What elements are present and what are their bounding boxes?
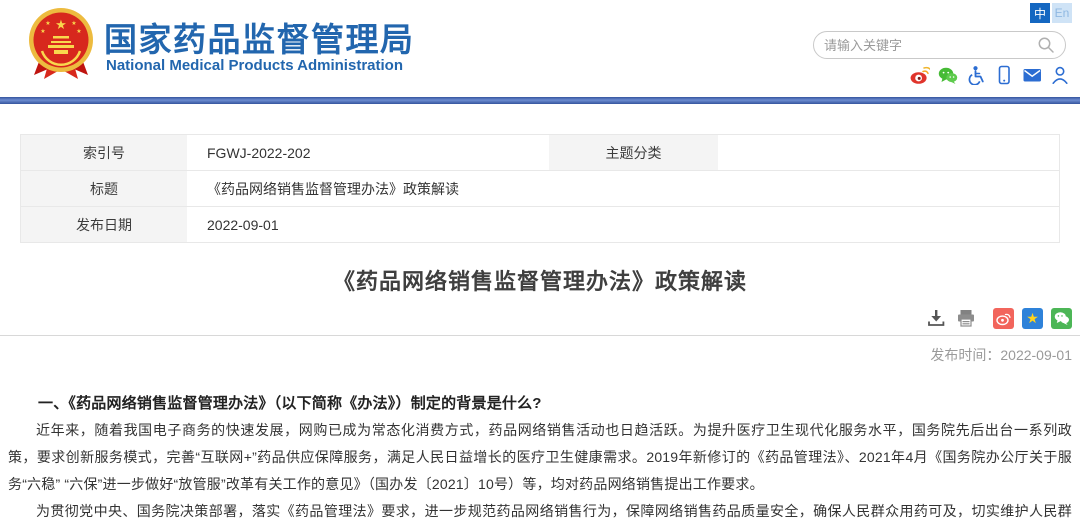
search-box — [813, 31, 1066, 59]
weibo-icon[interactable] — [910, 65, 930, 85]
site-header: ★ ★ ★ ★ ★ 国家药品监督管理局 National Medical Pro… — [0, 0, 1080, 97]
section-heading: 一、《药品网络销售监督管理办法》（以下简称《办法》）制定的背景是什么? — [8, 390, 1072, 417]
document-meta-table: 索引号 FGWJ-2022-202 主题分类 标题 《药品网络销售监督管理办法》… — [20, 134, 1060, 243]
print-icon[interactable] — [955, 307, 977, 329]
lang-english-button[interactable]: En — [1052, 3, 1072, 23]
paragraph: 为贯彻党中央、国务院决策部署，落实《药品管理法》要求，进一步规范药品网络销售行为… — [8, 498, 1072, 530]
meta-category-label: 主题分类 — [549, 135, 718, 171]
download-icon[interactable] — [925, 307, 947, 329]
publish-time: 发布时间：2022-09-01 — [0, 345, 1080, 365]
lang-chinese-button[interactable]: 中 — [1030, 3, 1050, 23]
svg-text:★: ★ — [76, 28, 81, 35]
publish-time-label: 发布时间： — [930, 347, 1000, 363]
share-wechat-icon[interactable] — [1051, 308, 1072, 329]
meta-index-label: 索引号 — [21, 135, 187, 171]
article-body: 一、《药品网络销售监督管理办法》（以下简称《办法》）制定的背景是什么? 近年来，… — [8, 390, 1072, 530]
svg-text:★: ★ — [71, 20, 76, 27]
meta-date-value: 2022-09-01 — [187, 207, 1059, 243]
accessibility-icon[interactable] — [966, 65, 986, 85]
meta-title-label: 标题 — [21, 171, 187, 207]
paragraph: 近年来，随着我国电子商务的快速发展，网购已成为常态化消费方式，药品网络销售活动也… — [8, 417, 1072, 498]
user-icon[interactable] — [1050, 65, 1070, 85]
svg-text:★: ★ — [40, 28, 45, 35]
svg-text:★: ★ — [55, 17, 67, 32]
svg-text:★: ★ — [45, 20, 50, 27]
search-icon[interactable] — [1037, 36, 1055, 54]
meta-index-value: FGWJ-2022-202 — [187, 135, 549, 171]
header-divider-bar — [0, 97, 1080, 104]
meta-title-value: 《药品网络销售监督管理办法》政策解读 — [187, 171, 1059, 207]
social-icon-row — [910, 65, 1070, 85]
language-switcher: 中 En — [1030, 3, 1072, 23]
share-weibo-icon[interactable] — [993, 308, 1014, 329]
toolbar-divider — [0, 335, 1080, 336]
org-name-chinese: 国家药品监督管理局 — [104, 13, 415, 61]
mail-icon[interactable] — [1022, 65, 1042, 85]
mobile-icon[interactable] — [994, 65, 1014, 85]
national-emblem-logo: ★ ★ ★ ★ ★ — [28, 7, 94, 81]
meta-date-label: 发布日期 — [21, 207, 187, 243]
meta-category-value — [718, 135, 1059, 171]
search-input[interactable] — [824, 38, 1037, 53]
org-name-english: National Medical Products Administration — [106, 57, 403, 74]
share-favorite-icon[interactable]: ★ — [1022, 308, 1043, 329]
publish-time-value: 2022-09-01 — [1000, 347, 1072, 363]
article-toolbar: ★ — [0, 307, 1080, 329]
page: ★ ★ ★ ★ ★ 国家药品监督管理局 National Medical Pro… — [0, 0, 1080, 530]
wechat-icon[interactable] — [938, 65, 958, 85]
article-title: 《药品网络销售监督管理办法》政策解读 — [0, 264, 1080, 296]
